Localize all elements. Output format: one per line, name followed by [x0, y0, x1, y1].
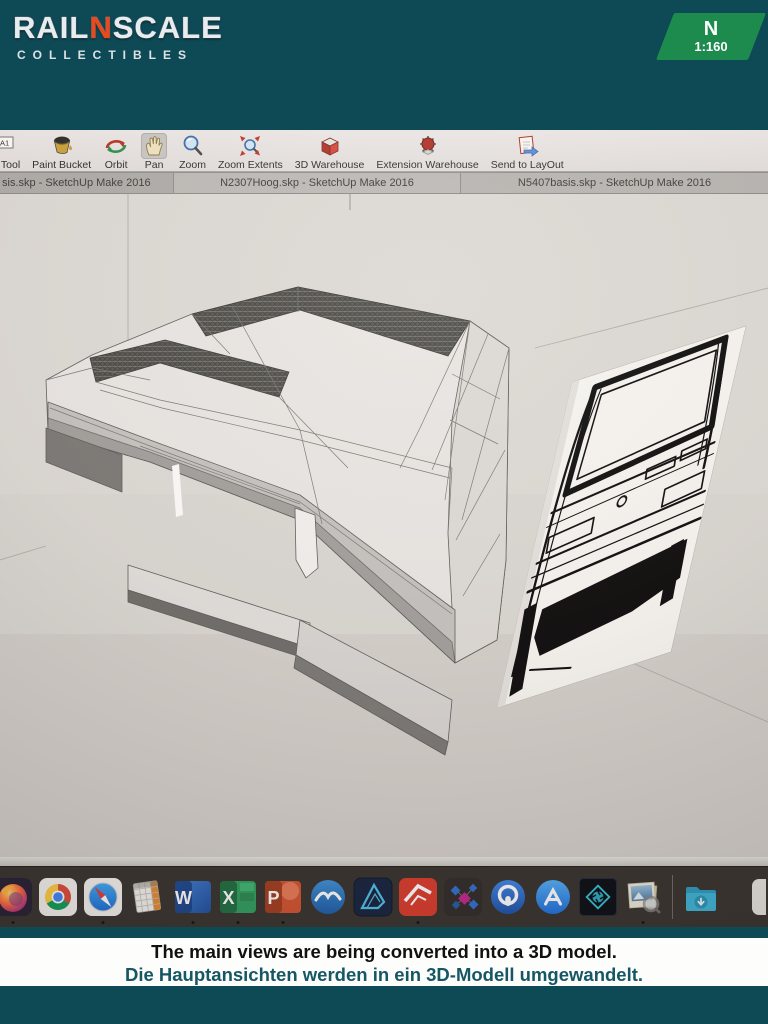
- dock-icon-excel[interactable]: X: [218, 877, 258, 917]
- railnscale-logo: RAILNSCALE COLLECTIBLES: [13, 10, 223, 62]
- svg-text:A1: A1: [0, 139, 9, 148]
- pan-icon: [141, 133, 167, 159]
- page: RAILNSCALE COLLECTIBLES N 1:160 A1xt Too…: [0, 0, 768, 1024]
- toolbar-label: Orbit: [105, 159, 128, 171]
- scale-badge: N 1:160: [656, 13, 766, 60]
- logo-rail: RAIL: [13, 10, 89, 45]
- running-indicator-dot: [192, 921, 195, 924]
- dock-icon-preview[interactable]: [623, 877, 663, 917]
- dock-icon-photoshop-elements[interactable]: [578, 877, 618, 917]
- dock-icon-chrome[interactable]: [38, 877, 78, 917]
- dock-icon-affinity-designer[interactable]: [353, 877, 393, 917]
- toolbar-label: 3D Warehouse: [295, 159, 365, 171]
- toolbar-label: xt Tool: [0, 159, 20, 171]
- toolbar-label: Send to LayOut: [491, 159, 564, 171]
- paint-bucket-icon: [49, 133, 75, 159]
- dock-icon-powerpoint[interactable]: P: [263, 877, 303, 917]
- sketchup-window-tabs: sis.skp - SketchUp Make 2016N2307Hoog.sk…: [0, 172, 768, 194]
- logo-scale: SCALE: [113, 10, 223, 45]
- scale-badge-ratio: 1:160: [694, 39, 727, 54]
- toolbar-extension-warehouse[interactable]: Extension Warehouse: [376, 133, 478, 171]
- toolbar-label: Pan: [145, 159, 164, 171]
- warehouse-3d-icon: [317, 133, 343, 159]
- toolbar-xt-tool[interactable]: A1 xt Tool: [0, 133, 20, 171]
- macos-dock: WXP: [0, 866, 768, 927]
- running-indicator-dot: [237, 921, 240, 924]
- running-indicator-dot: [12, 921, 15, 924]
- dock-icon-safari[interactable]: [83, 877, 123, 917]
- toolbar-zoom[interactable]: Zoom: [179, 133, 206, 171]
- logo-n-accent: N: [89, 10, 112, 45]
- dock-icon-1password[interactable]: [488, 877, 528, 917]
- scale-badge-letter: N: [704, 19, 718, 39]
- dock-icon-app-store[interactable]: [533, 877, 573, 917]
- zoom-icon: [180, 133, 206, 159]
- toolbar-zoom-extents[interactable]: Zoom Extents: [218, 133, 283, 171]
- logo-subtitle: COLLECTIBLES: [17, 48, 223, 62]
- caption-bar: The main views are being converted into …: [0, 938, 768, 986]
- screen-photo: A1 xt Tool Paint Bucket Orbit Pan Zoom Zoom Ex…: [0, 130, 768, 926]
- running-indicator-dot: [282, 921, 285, 924]
- dock-icon-calculator[interactable]: [128, 877, 168, 917]
- dock-icon-openoffice[interactable]: [308, 877, 348, 917]
- zoom-extents-icon: [237, 133, 263, 159]
- running-indicator-dot: [417, 921, 420, 924]
- svg-text:W: W: [175, 888, 192, 908]
- dock-icon-sketchup[interactable]: [398, 877, 438, 917]
- svg-text:P: P: [267, 888, 279, 908]
- sketchup-toolbar: A1 xt Tool Paint Bucket Orbit Pan Zoom Zoom Ex…: [0, 130, 768, 172]
- toolbar-label: Zoom: [179, 159, 206, 171]
- dock-icon-partial-app[interactable]: [726, 877, 766, 917]
- toolbar-send-to-layout[interactable]: Send to LayOut: [491, 133, 564, 171]
- caption-line-de: Die Hauptansichten werden in ein 3D-Mode…: [0, 963, 768, 986]
- caption-line-en: The main views are being converted into …: [0, 940, 768, 963]
- toolbar-3d-warehouse[interactable]: 3D Warehouse: [295, 133, 365, 171]
- dock-icon-downloads-folder[interactable]: [681, 877, 721, 917]
- orbit-icon: [103, 133, 129, 159]
- dock-icon-graph-app[interactable]: [443, 877, 483, 917]
- text-tool-icon: A1: [0, 133, 18, 159]
- dock-icon-word[interactable]: W: [173, 877, 213, 917]
- window-tab-2[interactable]: N2307Hoog.skp - SketchUp Make 2016: [173, 173, 460, 193]
- toolbar-label: Paint Bucket: [32, 159, 91, 171]
- window-tab-3[interactable]: N5407basis.skp - SketchUp Make 2016: [460, 173, 768, 193]
- send-to-layout-icon: [514, 133, 540, 159]
- running-indicator-dot: [642, 921, 645, 924]
- toolbar-label: Zoom Extents: [218, 159, 283, 171]
- toolbar-paint-bucket[interactable]: Paint Bucket: [32, 133, 91, 171]
- toolbar-label: Extension Warehouse: [376, 159, 478, 171]
- toolbar-orbit[interactable]: Orbit: [103, 133, 129, 171]
- sketchup-viewport[interactable]: [0, 194, 768, 857]
- svg-text:X: X: [222, 888, 234, 908]
- dock-separator: [672, 875, 673, 919]
- screen-bezel: [0, 857, 768, 866]
- toolbar-pan[interactable]: Pan: [141, 133, 167, 171]
- dock-icon-firefox[interactable]: [0, 877, 33, 917]
- logo-title: RAILNSCALE: [13, 10, 223, 46]
- running-indicator-dot: [102, 921, 105, 924]
- extension-warehouse-icon: [415, 133, 441, 159]
- window-tab-1[interactable]: sis.skp - SketchUp Make 2016: [0, 173, 173, 193]
